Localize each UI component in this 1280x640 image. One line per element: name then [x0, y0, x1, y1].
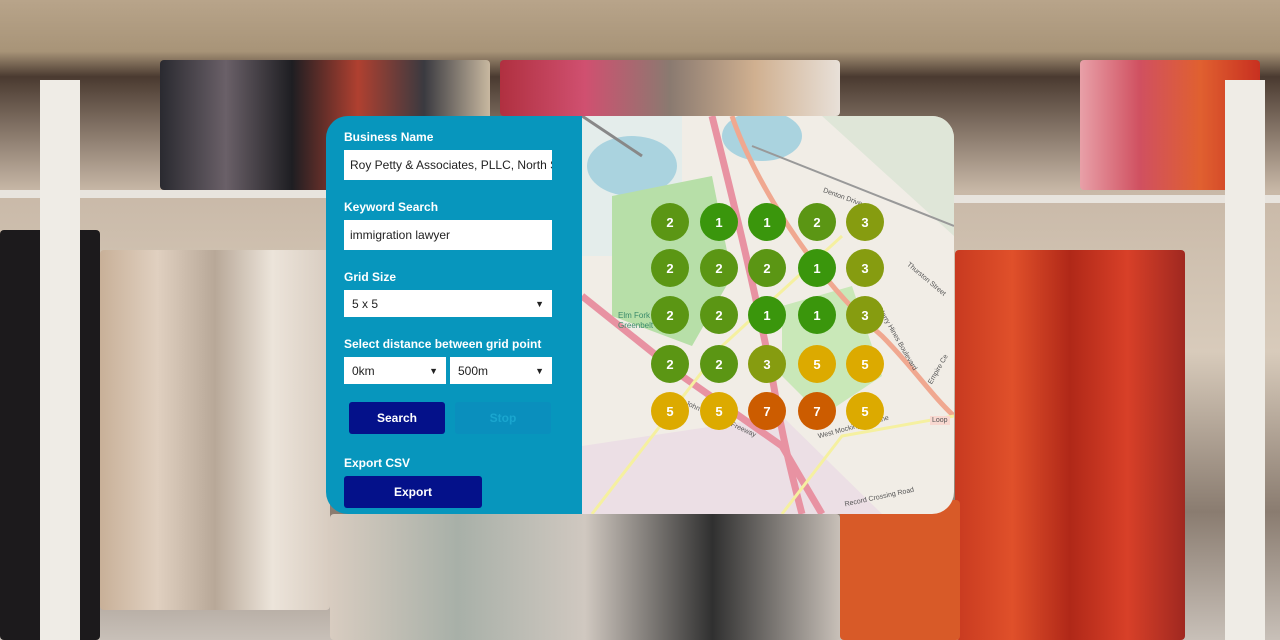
search-button[interactable]: Search: [349, 402, 445, 434]
dropdown-arrow-icon: ▼: [535, 365, 544, 376]
grid-rank-marker[interactable]: 2: [700, 345, 738, 383]
grid-size-label: Grid Size: [344, 270, 397, 284]
distance-km-value: 0km: [352, 363, 375, 378]
grid-rank-marker[interactable]: 2: [700, 249, 738, 287]
export-csv-label: Export CSV: [344, 456, 411, 470]
distance-m-value: 500m: [458, 363, 489, 378]
keyword-label: Keyword Search: [344, 200, 439, 214]
grid-rank-marker[interactable]: 1: [748, 296, 786, 334]
grid-rank-marker[interactable]: 2: [798, 203, 836, 241]
grid-rank-marker[interactable]: 1: [798, 296, 836, 334]
keyword-input[interactable]: immigration lawyer: [344, 220, 552, 250]
grid-rank-marker[interactable]: 5: [798, 345, 836, 383]
grid-rank-marker[interactable]: 3: [846, 249, 884, 287]
rack-post: [40, 80, 80, 640]
distance-km-select[interactable]: 0km ▼: [344, 357, 446, 384]
stop-button[interactable]: Stop: [455, 402, 551, 434]
rack-post: [1225, 80, 1265, 640]
grid-rank-marker[interactable]: 2: [651, 203, 689, 241]
grid-rank-marker[interactable]: 3: [846, 296, 884, 334]
map[interactable]: Elm Fork Greenbelt Denton Drive Thurston…: [582, 116, 954, 514]
map-label: Elm Fork: [618, 311, 650, 320]
grid-rank-marker[interactable]: 5: [846, 392, 884, 430]
grid-rank-marker[interactable]: 5: [846, 345, 884, 383]
grid-rank-marker[interactable]: 2: [748, 249, 786, 287]
grid-rank-marker[interactable]: 2: [700, 296, 738, 334]
distance-m-select[interactable]: 500m ▼: [450, 357, 552, 384]
distance-label: Select distance between grid point: [344, 337, 542, 351]
rank-tracker-widget: Business Name Roy Petty & Associates, PL…: [326, 116, 954, 514]
grid-rank-marker[interactable]: 2: [651, 249, 689, 287]
grid-rank-marker[interactable]: 5: [700, 392, 738, 430]
grid-rank-marker[interactable]: 1: [798, 249, 836, 287]
dropdown-arrow-icon: ▼: [535, 298, 544, 309]
grid-rank-marker[interactable]: 2: [651, 296, 689, 334]
grid-rank-marker[interactable]: 1: [700, 203, 738, 241]
map-label: Greenbelt: [618, 321, 654, 330]
grid-size-value: 5 x 5: [352, 296, 379, 311]
business-name-label: Business Name: [344, 130, 434, 144]
grid-rank-marker[interactable]: 1: [748, 203, 786, 241]
business-name-input[interactable]: Roy Petty & Associates, PLLC, North St: [344, 150, 552, 180]
grid-rank-marker[interactable]: 7: [748, 392, 786, 430]
map-label: Loop: [930, 416, 950, 425]
grid-rank-marker[interactable]: 3: [846, 203, 884, 241]
grid-rank-marker[interactable]: 5: [651, 392, 689, 430]
grid-rank-marker[interactable]: 3: [748, 345, 786, 383]
search-form: Business Name Roy Petty & Associates, PL…: [326, 116, 582, 514]
dropdown-arrow-icon: ▼: [429, 365, 438, 376]
grid-size-select[interactable]: 5 x 5 ▼: [344, 290, 552, 317]
grid-rank-marker[interactable]: 2: [651, 345, 689, 383]
export-button[interactable]: Export: [344, 476, 482, 508]
grid-rank-marker[interactable]: 7: [798, 392, 836, 430]
